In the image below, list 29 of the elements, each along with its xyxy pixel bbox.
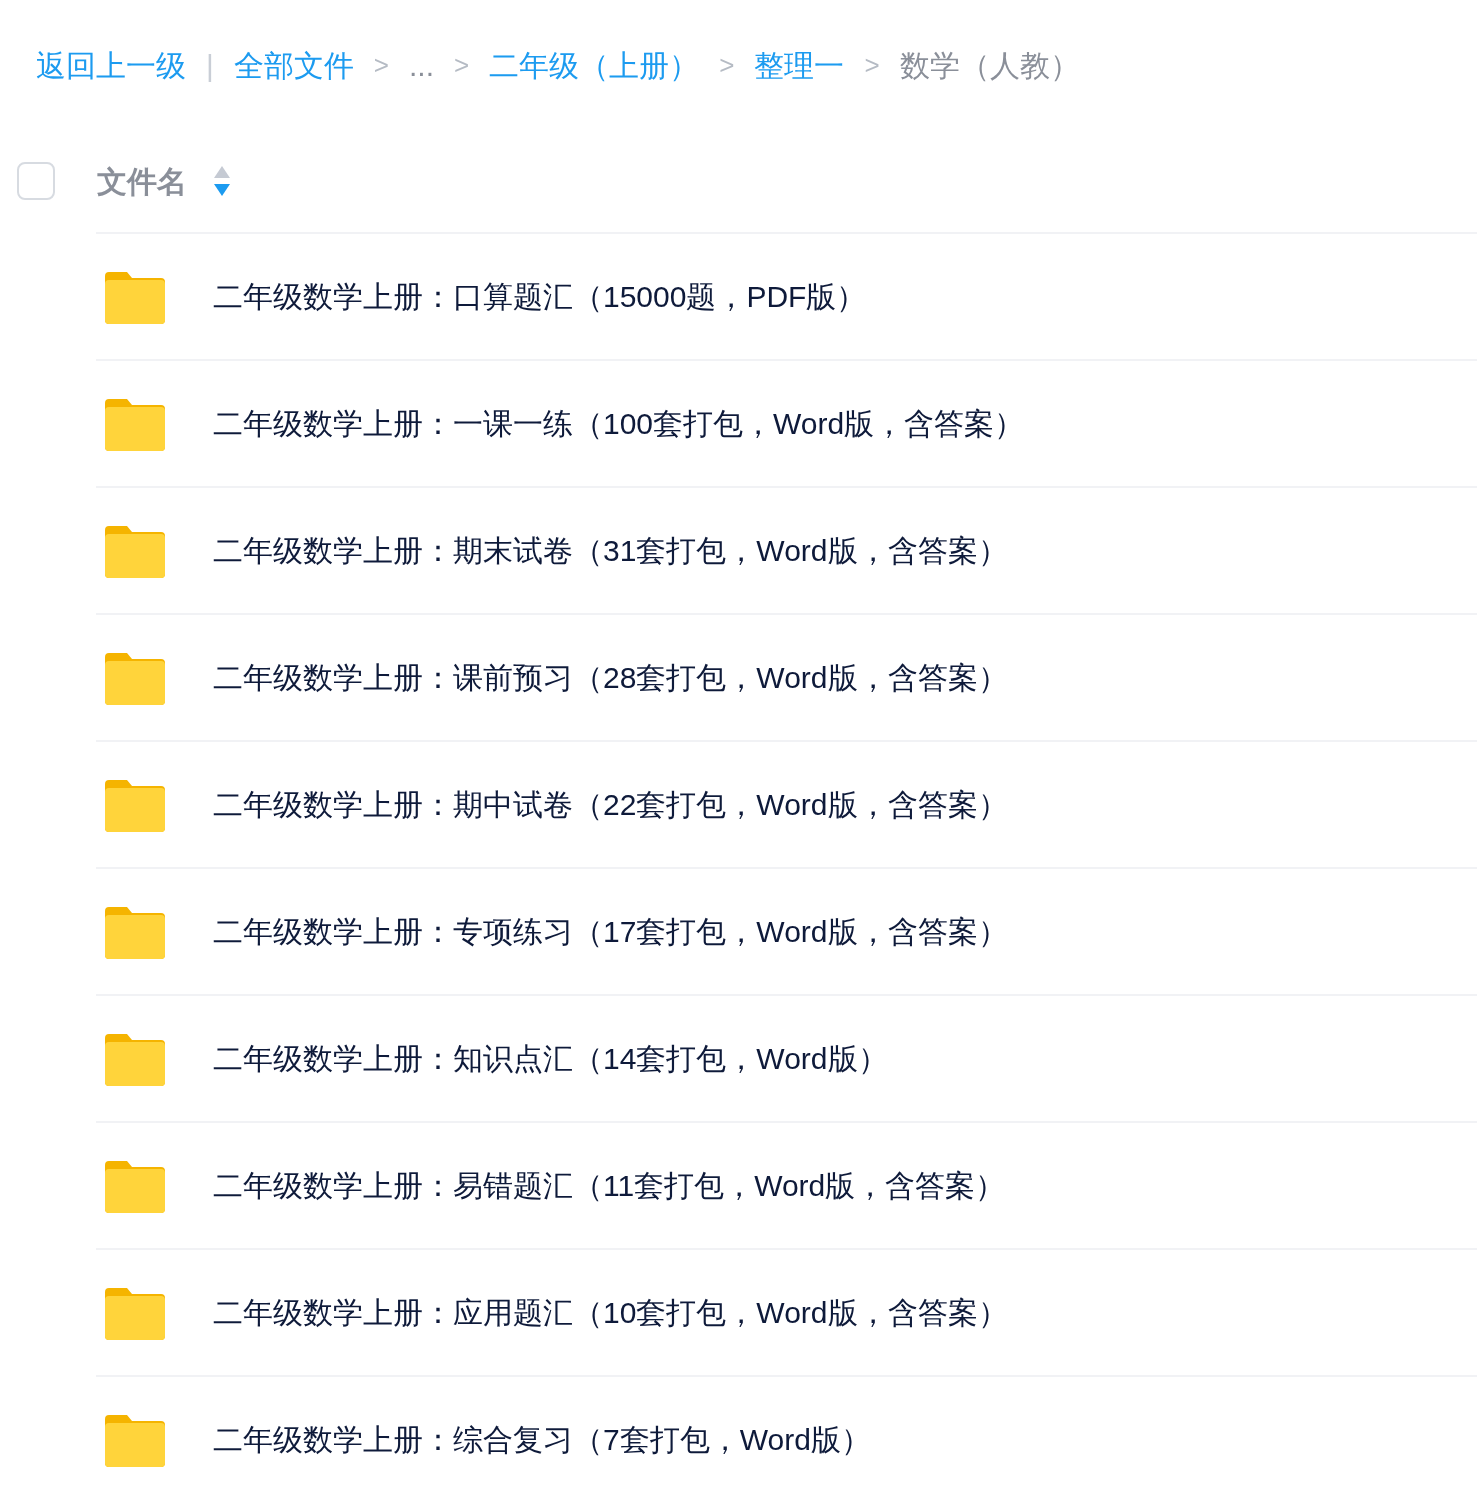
file-name[interactable]: 二年级数学上册：期中试卷（22套打包，Word版，含答案）	[213, 782, 1008, 827]
file-name[interactable]: 二年级数学上册：课前预习（28套打包，Word版，含答案）	[213, 655, 1008, 700]
folder-icon	[105, 269, 165, 324]
breadcrumb-divider: |	[206, 47, 214, 84]
breadcrumb-separator: >	[454, 48, 470, 82]
breadcrumb-item: ...	[409, 47, 434, 84]
file-name[interactable]: 二年级数学上册：应用题汇（10套打包，Word版，含答案）	[213, 1290, 1008, 1335]
file-name[interactable]: 二年级数学上册：一课一练（100套打包，Word版，含答案）	[213, 401, 1025, 446]
breadcrumb-separator: >	[864, 48, 880, 82]
breadcrumb-separator: >	[719, 48, 735, 82]
folder-icon	[105, 396, 165, 451]
folder-icon	[105, 904, 165, 959]
folder-icon	[105, 523, 165, 578]
select-all-checkbox[interactable]	[17, 162, 55, 200]
file-name[interactable]: 二年级数学上册：专项练习（17套打包，Word版，含答案）	[213, 909, 1008, 954]
file-name[interactable]: 二年级数学上册：易错题汇（11套打包，Word版，含答案）	[213, 1163, 1006, 1208]
file-name[interactable]: 二年级数学上册：综合复习（7套打包，Word版）	[213, 1417, 871, 1462]
file-name[interactable]: 二年级数学上册：期末试卷（31套打包，Word版，含答案）	[213, 528, 1008, 573]
file-name[interactable]: 二年级数学上册：知识点汇（14套打包，Word版）	[213, 1036, 888, 1081]
folder-icon	[105, 1285, 165, 1340]
folder-icon	[105, 1412, 165, 1467]
folder-icon	[105, 777, 165, 832]
folder-icon	[105, 650, 165, 705]
file-name[interactable]: 二年级数学上册：口算题汇（15000题，PDF版）	[213, 274, 867, 319]
folder-icon	[105, 1031, 165, 1086]
breadcrumb-separator: >	[373, 48, 389, 82]
folder-icon	[105, 1158, 165, 1213]
breadcrumb-item: 数学（人教）	[899, 47, 1080, 84]
sort-icon[interactable]	[213, 166, 231, 196]
